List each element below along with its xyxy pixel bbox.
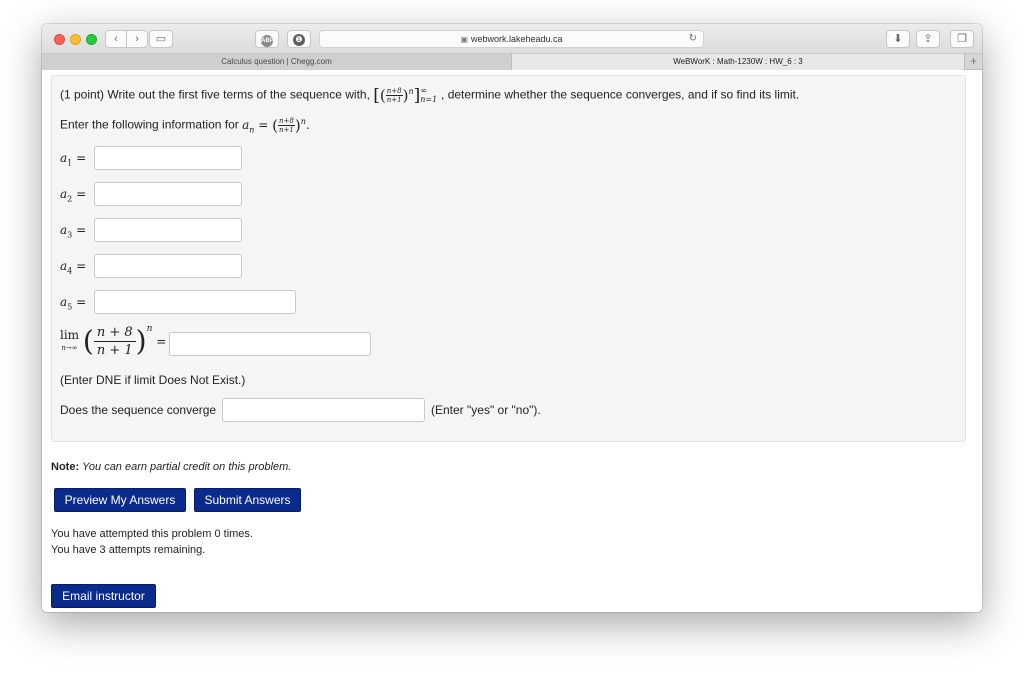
attempts-made: You have attempted this problem 0 times. — [51, 528, 253, 540]
limit-expression: lim n→∞ (n + 8n + 1)n = — [60, 324, 167, 358]
lim-label: lim — [60, 327, 80, 342]
an-frac-num: n+8 — [278, 116, 295, 126]
extension-button[interactable]: ❶ — [287, 30, 311, 48]
dne-hint: (Enter DNE if limit Does Not Exist.) — [60, 373, 246, 387]
intro-suffix: , determine whether the sequence converg… — [441, 87, 800, 102]
page-content: (1 point) Write out the first five terms… — [42, 71, 982, 612]
new-tab-icon[interactable]: + — [964, 54, 982, 70]
zoom-window-button[interactable] — [86, 34, 97, 45]
tab-overview-icon[interactable]: ❐ — [950, 30, 974, 48]
download-icon[interactable]: ⬇ — [886, 30, 910, 48]
limit-input[interactable] — [169, 332, 371, 356]
address-text: webwork.lakeheadu.ca — [471, 34, 563, 44]
lim-equals: = — [156, 334, 167, 349]
problem-intro: (1 point) Write out the first five terms… — [60, 85, 799, 105]
a5-input[interactable] — [94, 290, 296, 314]
a5-label: a5 = — [60, 295, 87, 312]
a1-label: a1 = — [60, 151, 87, 168]
a4-label: a4 = — [60, 259, 87, 276]
a2-input[interactable] — [94, 182, 242, 206]
lim-frac-num: n + 8 — [93, 324, 136, 342]
a1-input[interactable] — [94, 146, 242, 170]
share-icon[interactable]: ⇪ — [916, 30, 940, 48]
enter-info-text: Enter the following information for — [60, 117, 239, 132]
problem-panel: (1 point) Write out the first five terms… — [51, 75, 966, 442]
lim-sub: n→∞ — [61, 343, 78, 352]
tab-chegg[interactable]: Calculus question | Chegg.com — [42, 54, 512, 70]
title-bar: ‹ › ▭ ABP ❶ ▣ webwork.lakeheadu.ca ↻ ⬇ ⇪ … — [42, 24, 982, 54]
sidebar-icon[interactable]: ▭ — [149, 30, 173, 48]
address-bar[interactable]: ▣ webwork.lakeheadu.ca ↻ — [319, 30, 704, 48]
an-sub: n — [249, 124, 255, 134]
email-instructor-button[interactable]: Email instructor — [51, 584, 156, 608]
seq-frac-num: n+8 — [385, 86, 403, 96]
reload-icon[interactable]: ↻ — [689, 31, 697, 47]
minimize-window-button[interactable] — [70, 34, 81, 45]
attempts-info: You have attempted this problem 0 times.… — [51, 526, 253, 558]
forward-icon[interactable]: › — [126, 30, 148, 48]
submit-answers-button[interactable]: Submit Answers — [194, 488, 301, 512]
seq-sup: ∞ — [420, 86, 427, 95]
intro-prefix: (1 point) Write out the first five terms… — [60, 87, 370, 102]
a3-label: a3 = — [60, 223, 87, 240]
lim-frac-den: n + 1 — [96, 343, 133, 358]
note-label: Note: — [51, 461, 80, 473]
an-frac-den: n+1 — [279, 125, 294, 134]
close-window-button[interactable] — [54, 34, 65, 45]
a2-label: a2 = — [60, 187, 87, 204]
converge-input[interactable] — [222, 398, 425, 422]
adblock-extension-button[interactable]: ABP — [255, 30, 279, 48]
enter-info-line: Enter the following information for an =… — [60, 116, 310, 134]
tab-webwork[interactable]: WeBWorK : Math-1230W : HW_6 : 3 — [512, 54, 964, 70]
seq-sub: n=1 — [420, 95, 438, 104]
converge-label: Does the sequence converge — [60, 403, 217, 417]
preview-answers-button[interactable]: Preview My Answers — [54, 488, 186, 512]
lim-exp: n — [146, 324, 153, 334]
a3-input[interactable] — [94, 218, 242, 242]
seq-frac-den: n+1 — [386, 95, 402, 104]
a4-input[interactable] — [94, 254, 242, 278]
back-icon[interactable]: ‹ — [105, 30, 127, 48]
extension-icon: ❶ — [293, 34, 305, 46]
partial-credit-note: Note: You can earn partial credit on thi… — [51, 461, 291, 473]
attempts-remaining: You have 3 attempts remaining. — [51, 544, 206, 556]
converge-hint: (Enter "yes" or "no"). — [431, 403, 541, 417]
an-equals: = — [258, 117, 269, 132]
tab-bar: Calculus question | Chegg.com WeBWorK : … — [42, 54, 982, 70]
note-text: You can earn partial credit on this prob… — [82, 461, 292, 473]
adblock-icon: ABP — [261, 35, 274, 47]
browser-window: ‹ › ▭ ABP ❶ ▣ webwork.lakeheadu.ca ↻ ⬇ ⇪ … — [42, 24, 982, 612]
sequence-notation: [(n+8 n+1)n] ∞ n=1 — [373, 85, 438, 105]
lock-icon: ▣ — [460, 35, 468, 44]
